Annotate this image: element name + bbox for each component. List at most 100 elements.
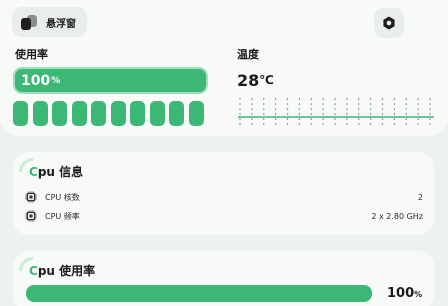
- chart-grid-dot: [429, 108, 431, 110]
- chart-grid-dot: [274, 103, 277, 105]
- core-usage-block: [52, 101, 67, 126]
- chart-grid-dot: [251, 113, 253, 115]
- cpu-info-title-accent: C: [29, 165, 38, 179]
- chart-grid-dot: [405, 123, 407, 125]
- chart-grid-dot: [405, 103, 407, 105]
- chart-grid-dot: [263, 98, 265, 100]
- chart-grid-dot: [239, 98, 241, 100]
- cpu-frequency-value: 2 x 2.80 GHz: [371, 211, 423, 221]
- chart-grid-dot: [334, 98, 336, 100]
- chart-grid-dot: [239, 103, 241, 105]
- cpu-info-card: Cpu 信息 CPU 核数 2 CPU 频率 2 x 2.80 GHz: [13, 152, 434, 235]
- core-usage-block: [71, 101, 87, 126]
- chart-grid-dot: [239, 108, 241, 110]
- chart-grid-dot: [310, 113, 312, 115]
- chart-grid-dot: [263, 118, 265, 120]
- chart-grid-dot: [346, 103, 348, 105]
- chart-grid-dot: [358, 113, 360, 115]
- cpu-cores-row: CPU 核数 2: [25, 190, 423, 204]
- chart-grid-dot: [393, 98, 396, 100]
- chart-grid-dot: [417, 123, 419, 125]
- cpu-usage-number: 100: [387, 286, 415, 301]
- chart-grid-dot: [381, 123, 384, 125]
- cpu-frequency-label: CPU 频率: [45, 211, 80, 221]
- chart-grid-dot: [381, 113, 384, 115]
- chart-grid-dot: [298, 98, 301, 100]
- chart-grid-dot: [381, 118, 384, 120]
- chart-grid-dot: [334, 118, 336, 120]
- chart-grid-dot: [334, 123, 336, 125]
- chart-grid-dot: [239, 123, 241, 125]
- cpu-chip-icon: [25, 210, 37, 222]
- usage-unit: %: [51, 75, 61, 86]
- chart-grid-dot: [358, 98, 360, 100]
- overview-card: 悬浮窗 使用率 温度 100% 28℃: [0, 0, 448, 136]
- chart-grid-dot: [334, 103, 336, 105]
- cpu-usage-unit: %: [414, 290, 423, 299]
- layers-icon: [20, 14, 38, 30]
- chart-grid-dot: [346, 118, 348, 120]
- hexagon-settings-icon: [383, 16, 395, 30]
- chart-grid-dot: [393, 118, 396, 120]
- temperature-value: 28℃: [237, 71, 274, 90]
- chart-grid-dot: [322, 113, 324, 115]
- core-usage-block: [91, 101, 106, 126]
- chart-grid-dot: [393, 113, 396, 115]
- chart-grid-dot: [298, 118, 301, 120]
- usage-value: 100: [21, 72, 51, 89]
- chart-grid-dot: [251, 108, 253, 110]
- cpu-usage-title-accent: C: [29, 264, 38, 278]
- cpu-frequency-row: CPU 频率 2 x 2.80 GHz: [25, 209, 423, 223]
- chart-grid-dot: [298, 103, 301, 105]
- chart-grid-dot: [405, 98, 407, 100]
- chart-grid-dot: [310, 98, 312, 100]
- chart-grid-dot: [393, 103, 396, 105]
- chart-grid-dot: [346, 113, 348, 115]
- chart-grid-dot: [369, 118, 372, 120]
- chart-grid-dot: [310, 103, 312, 105]
- chart-grid-dot: [381, 108, 384, 110]
- chart-grid-dot: [405, 113, 407, 115]
- chart-grid-dot: [263, 108, 265, 110]
- usage-bar: 100%: [13, 67, 208, 94]
- chart-grid-dot: [393, 123, 396, 125]
- core-usage-block: [130, 101, 145, 126]
- chart-grid-dot: [358, 123, 360, 125]
- chart-grid-dot: [274, 108, 277, 110]
- chart-grid-dot: [417, 98, 419, 100]
- chart-grid-dot: [417, 118, 419, 120]
- chart-grid-dot: [369, 108, 372, 110]
- chart-grid-dot: [429, 123, 431, 125]
- chart-grid-dot: [417, 108, 419, 110]
- chart-grid-dot: [334, 113, 336, 115]
- temperature-title: 温度: [237, 48, 259, 61]
- settings-button[interactable]: [374, 8, 404, 38]
- chart-grid-dot: [251, 98, 253, 100]
- chart-grid-dot: [322, 98, 324, 100]
- chart-grid-dot: [417, 113, 419, 115]
- chart-grid-dot: [310, 123, 312, 125]
- floating-window-button[interactable]: 悬浮窗: [12, 7, 87, 37]
- chart-grid-dot: [334, 108, 336, 110]
- chart-grid-dot: [322, 118, 324, 120]
- chart-grid-dot: [298, 123, 301, 125]
- chart-grid-dot: [274, 123, 277, 125]
- chart-grid-dot: [358, 118, 360, 120]
- chart-grid-dot: [346, 123, 348, 125]
- chart-grid-dot: [381, 98, 384, 100]
- cpu-info-title: Cpu 信息: [29, 163, 83, 180]
- core-usage-block: [188, 101, 204, 126]
- chart-grid-dot: [417, 103, 419, 105]
- cpu-cores-label: CPU 核数: [45, 192, 80, 202]
- chart-grid-dot: [429, 98, 431, 100]
- cpu-usage-bar: [26, 285, 372, 302]
- chart-grid-dot: [346, 98, 348, 100]
- chart-grid-dot: [239, 118, 241, 120]
- cpu-usage-card: Cpu 使用率 100%: [13, 251, 434, 306]
- chart-grid-dot: [263, 123, 265, 125]
- chart-grid-dot: [286, 118, 289, 120]
- usage-title: 使用率: [15, 48, 48, 61]
- chart-grid-dot: [251, 103, 253, 105]
- chart-grid-dot: [346, 108, 348, 110]
- chart-grid-dot: [239, 113, 241, 115]
